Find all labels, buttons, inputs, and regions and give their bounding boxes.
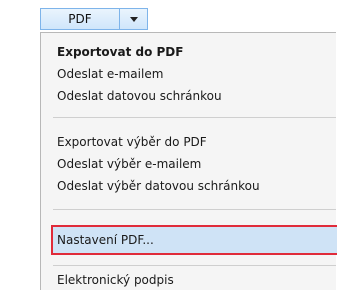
menu-item-pdf-settings[interactable]: Nastavení PDF... bbox=[57, 229, 154, 251]
pdf-dropdown-menu: Exportovat do PDF Odeslat e-mailem Odesl… bbox=[40, 32, 337, 291]
pdf-menu-stage: PDF Exportovat do PDF Odeslat e-mailem O… bbox=[0, 0, 337, 291]
menu-item-electronic-signature[interactable]: Elektronický podpis bbox=[57, 269, 174, 291]
menu-separator bbox=[53, 117, 336, 118]
menu-item-export-selection-pdf[interactable]: Exportovat výběr do PDF bbox=[57, 131, 207, 153]
chevron-down-icon[interactable] bbox=[120, 9, 147, 29]
pdf-button-label[interactable]: PDF bbox=[41, 9, 120, 29]
menu-item-send-selection-email[interactable]: Odeslat výběr e-mailem bbox=[57, 153, 201, 175]
menu-item-export-pdf[interactable]: Exportovat do PDF bbox=[57, 41, 183, 63]
menu-separator bbox=[53, 209, 336, 210]
menu-item-send-databox[interactable]: Odeslat datovou schránkou bbox=[57, 85, 222, 107]
menu-item-send-email[interactable]: Odeslat e-mailem bbox=[57, 63, 163, 85]
menu-item-send-selection-databox[interactable]: Odeslat výběr datovou schránkou bbox=[57, 175, 260, 197]
menu-separator bbox=[53, 265, 336, 266]
pdf-split-button[interactable]: PDF bbox=[40, 8, 148, 30]
